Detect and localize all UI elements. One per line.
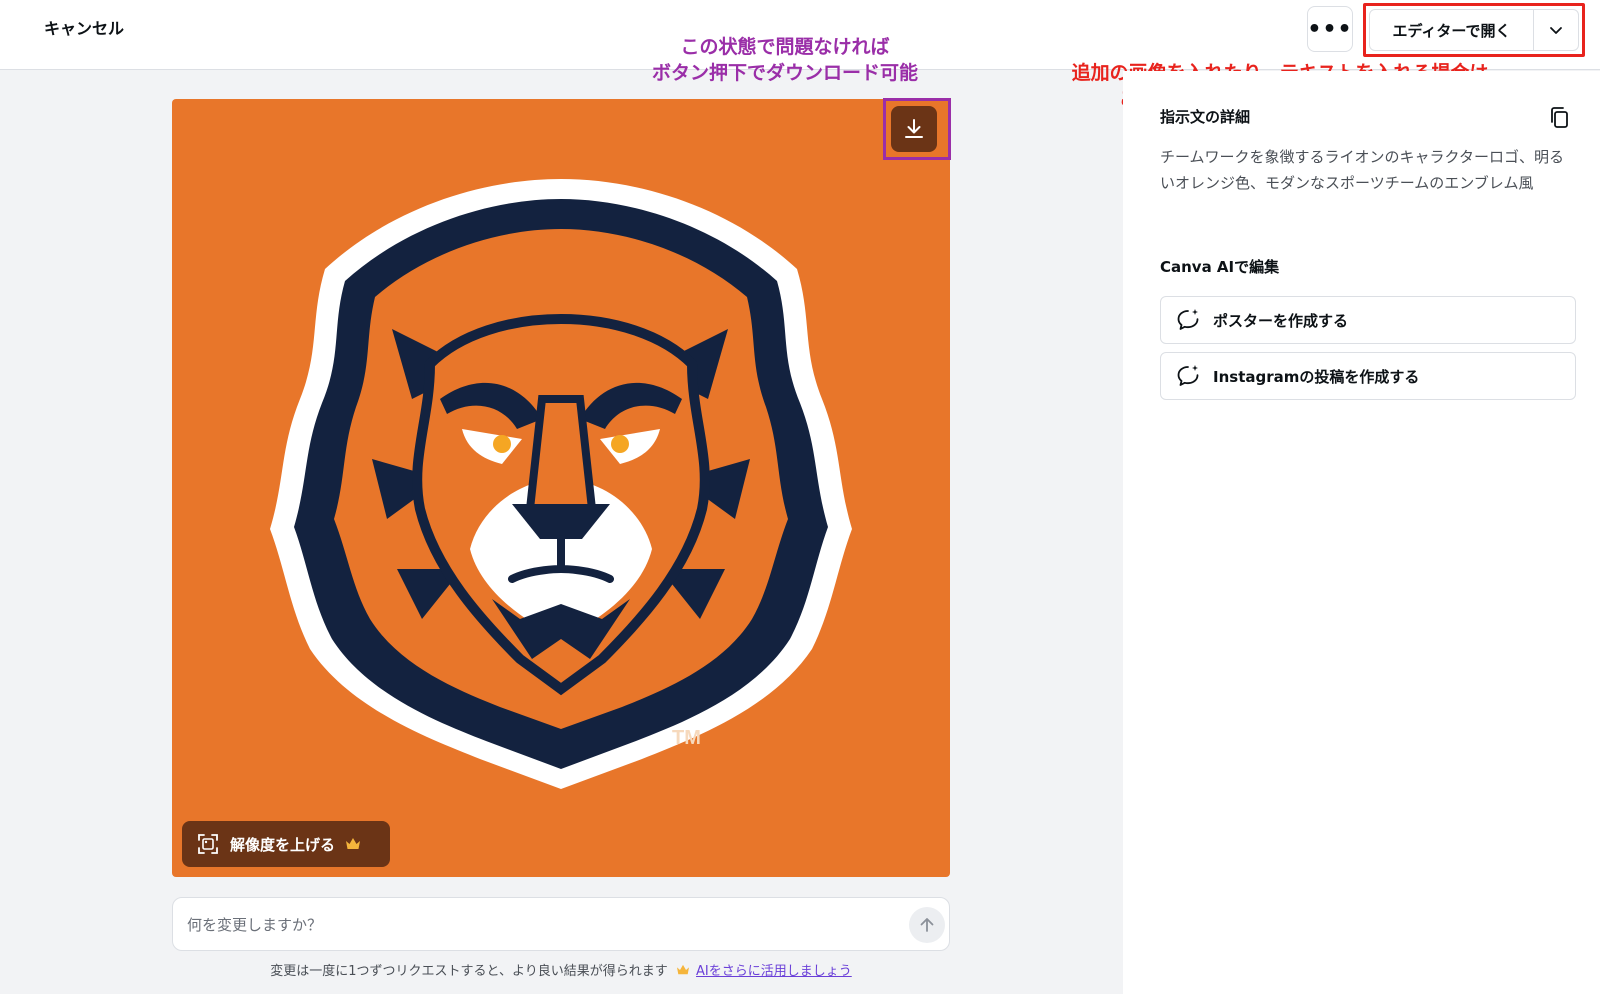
create-poster-label: ポスターを作成する [1213,311,1349,330]
download-highlight [883,98,951,160]
download-annotation-line2: ボタン押下でダウンロード可能 [651,62,918,84]
ai-chat-bubble-icon [1177,309,1199,330]
footer-tip-text: 変更は一度に1つずつリクエストすると、より良い結果が得られます [270,964,668,979]
create-poster-button[interactable]: ポスターを作成する [1160,296,1576,344]
prompt-details-text: チームワークを象徴するライオンのキャラクターロゴ、明るいオレンジ色、モダンなスポ… [1160,148,1564,192]
create-instagram-post-label: Instagramの投稿を作成する [1213,367,1420,386]
download-annotation-line1: この状態で問題なければ [680,36,890,58]
crown-icon [676,964,689,975]
generated-image: TM 解像度を上げる [172,99,950,877]
upscale-label: 解像度を上げる [230,835,336,854]
more-horizontal-icon: ••• [1307,16,1353,42]
ai-chat-bubble-icon [1177,365,1199,386]
copy-prompt-button[interactable] [1546,104,1574,132]
cancel-button[interactable]: キャンセル [44,17,124,41]
prompt-details-title: 指示文の詳細 [1160,108,1251,126]
download-annotation: この状態で問題なければ ボタン押下でダウンロード可能 [620,34,950,86]
copy-icon [1551,107,1568,128]
trademark-text: TM [672,727,701,749]
arrow-up-icon [920,918,934,932]
ai-more-link[interactable]: AIをさらに活用しましょう [696,964,852,979]
open-in-editor-highlight: エディターで開く [1363,3,1585,57]
create-instagram-post-button[interactable]: Instagramの投稿を作成する [1160,352,1576,400]
upscale-button[interactable]: 解像度を上げる [182,821,390,867]
upscale-icon [198,834,218,854]
chevron-down-icon [1550,27,1562,34]
open-in-editor-group: エディターで開く [1369,9,1579,51]
download-icon [905,119,923,138]
prompt-input[interactable] [187,910,867,940]
more-options-button[interactable]: ••• [1307,6,1353,52]
lion-logo-image: TM [270,179,852,789]
download-button[interactable] [891,106,937,152]
prompt-input-box [172,897,950,951]
crown-icon [346,838,361,849]
right-panel: 指示文の詳細 チームワークを象徴するライオンのキャラクターロゴ、明るいオレンジ色… [1123,71,1600,994]
footer-note: 変更は一度に1つずつリクエストすると、より良い結果が得られます AIをさらに活用… [172,962,950,982]
ai-edit-title: Canva AIで編集 [1160,258,1280,276]
open-in-editor-button[interactable]: エディターで開く [1370,10,1534,50]
send-button[interactable] [909,907,945,943]
open-in-editor-dropdown-button[interactable] [1534,10,1578,50]
